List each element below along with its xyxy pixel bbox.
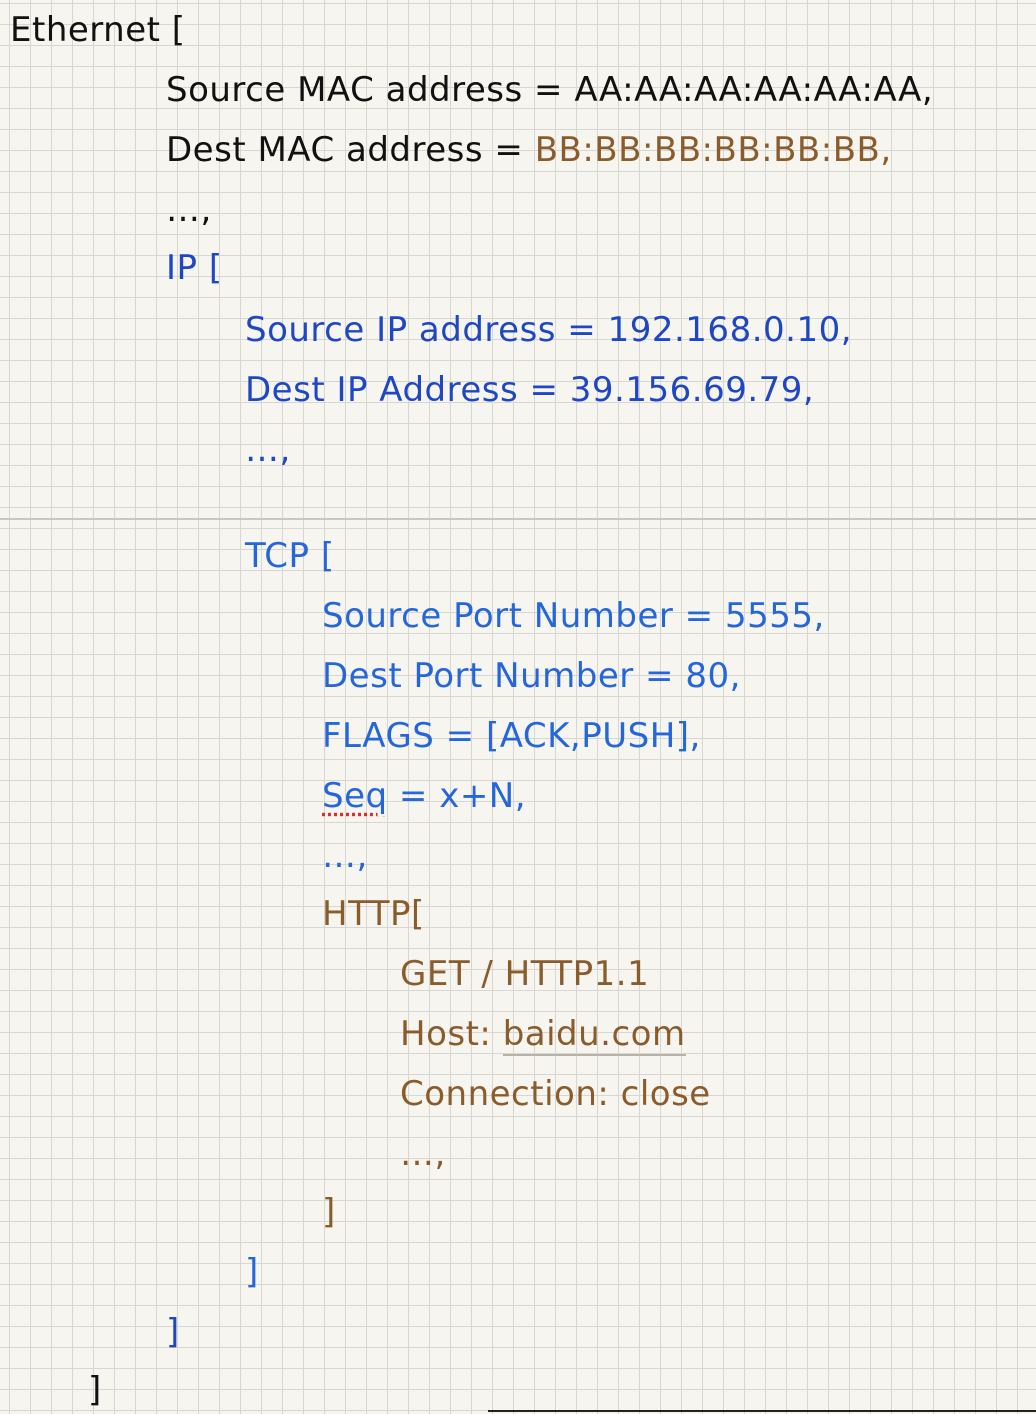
tcp-ellipsis: …, <box>322 836 368 876</box>
ip-open: IP [ <box>166 248 223 288</box>
ethernet-open: Ethernet [ <box>10 10 186 50</box>
ip-close: ] <box>166 1312 180 1352</box>
tcp-flags: FLAGS = [ACK,PUSH], <box>322 716 701 756</box>
source-mac-line: Source MAC address = AA:AA:AA:AA:AA:AA, <box>166 70 933 110</box>
seq-value: = x+N, <box>387 776 527 816</box>
dest-ip: Dest IP Address = 39.156.69.79, <box>245 370 815 410</box>
ip-ellipsis: …, <box>245 430 291 470</box>
http-ellipsis: …, <box>400 1134 446 1174</box>
http-close: ] <box>322 1192 336 1232</box>
ethernet-ellipsis: …, <box>166 190 212 230</box>
source-port: Source Port Number = 5555, <box>322 596 825 636</box>
http-open: HTTP[ <box>322 894 425 934</box>
page-divider <box>0 518 1036 520</box>
bottom-rule <box>488 1410 1036 1412</box>
seq-word: Seq <box>322 776 388 816</box>
host-label: Host: <box>400 1014 503 1054</box>
http-host-line: Host: baidu.com <box>400 1014 686 1056</box>
tcp-open: TCP [ <box>245 536 335 576</box>
ethernet-close: ] <box>88 1370 102 1410</box>
host-link[interactable]: baidu.com <box>502 1014 686 1056</box>
tcp-close: ] <box>245 1252 259 1292</box>
seq-line: Seq = x+N, <box>322 776 526 816</box>
dest-mac-line: Dest MAC address = BB:BB:BB:BB:BB:BB, <box>166 130 892 170</box>
source-ip: Source IP address = 192.168.0.10, <box>245 310 853 350</box>
dest-mac-value: BB:BB:BB:BB:BB:BB, <box>534 130 892 170</box>
dest-mac-label: Dest MAC address = <box>166 130 535 170</box>
source-mac-label: Source MAC address = <box>166 70 575 110</box>
http-request-line: GET / HTTP1.1 <box>400 954 650 994</box>
http-connection: Connection: close <box>400 1074 711 1114</box>
source-mac-value: AA:AA:AA:AA:AA:AA, <box>574 70 934 110</box>
dest-port: Dest Port Number = 80, <box>322 656 741 696</box>
